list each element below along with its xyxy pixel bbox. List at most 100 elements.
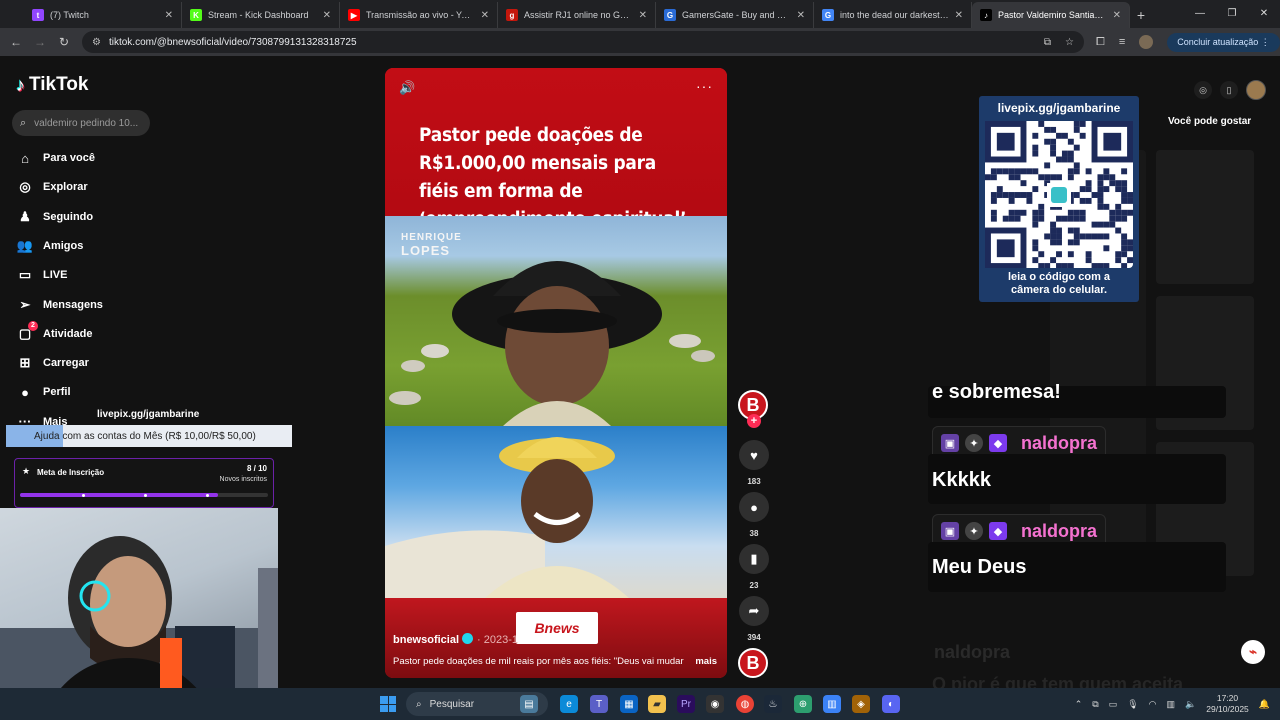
notepad-icon[interactable]: ▥ <box>823 695 841 713</box>
pastor-photo-2 <box>385 437 629 598</box>
browser-tab[interactable]: G GamersGate - Buy and download... ✕ <box>656 2 814 28</box>
premiere-icon[interactable]: Pr <box>677 695 695 713</box>
browser-tab[interactable]: K Stream - Kick Dashboard ✕ <box>182 2 340 28</box>
subscriber-goal-bar <box>20 493 268 497</box>
music-disc-avatar[interactable]: B <box>738 648 768 678</box>
network-icon[interactable]: ▥ <box>1167 699 1176 710</box>
tab-close-icon[interactable]: ✕ <box>165 10 173 21</box>
device-icon[interactable]: ▯ <box>1220 81 1238 99</box>
tray-chevron-icon[interactable]: ⌃ <box>1075 699 1083 710</box>
search-input[interactable]: ⌕ valdemiro pedindo 10... <box>12 110 150 136</box>
restore-icon[interactable]: ❐ <box>1216 0 1248 28</box>
video-player[interactable]: 🔊 ··· Pastor pede doações de R$1.000,00 … <box>385 68 727 678</box>
tab-close-icon[interactable]: ✕ <box>323 10 331 21</box>
clock[interactable]: 17:20 29/10/2025 <box>1206 693 1249 715</box>
coin-icon[interactable]: ◎ <box>1194 81 1212 99</box>
site-info-icon[interactable]: ⚙ <box>92 37 101 48</box>
more-options-icon[interactable]: ··· <box>696 78 713 94</box>
forward-icon[interactable]: → <box>28 35 52 49</box>
tab-close-icon[interactable]: ✕ <box>797 10 805 21</box>
tab-close-icon[interactable]: ✕ <box>955 10 963 21</box>
file-explorer-icon[interactable]: ▰ <box>648 695 666 713</box>
url-text: tiktok.com/@bnewsoficial/video/730879913… <box>108 36 357 48</box>
tab-title: Stream - Kick Dashboard <box>208 10 309 20</box>
chat-ghost-message: O pior é que tem quem aceita <box>932 674 1184 688</box>
tiktok-logo[interactable]: ♪ TikTok <box>16 74 88 96</box>
browser-tab[interactable]: ▶ Transmissão ao vivo - YouTube ✕ <box>340 2 498 28</box>
store-icon[interactable]: ▦ <box>620 695 638 713</box>
volume-tray-icon[interactable]: 🔈 <box>1185 699 1196 710</box>
donation-goal-text: Ajuda com as contas do Mês (R$ 10,00/R$ … <box>34 430 256 442</box>
like-button[interactable]: ♥ 183 <box>738 440 770 486</box>
chrome-icon[interactable]: ◍ <box>736 695 754 713</box>
discord-icon[interactable]: ◐ <box>882 695 900 713</box>
browser-tab[interactable]: t (7) Twitch ✕ <box>24 2 182 28</box>
reload-icon[interactable]: ↻ <box>52 35 76 49</box>
widgets-icon[interactable]: ▤ <box>520 695 538 713</box>
suggested-video-1[interactable] <box>1156 150 1254 284</box>
close-window-icon[interactable]: ✕ <box>1248 0 1280 28</box>
headset-icon[interactable]: ◠ <box>1149 699 1157 710</box>
chat-message-3: Meu Deus <box>932 556 1027 578</box>
video-frame-top: HENRIQUE LOPES <box>385 216 727 426</box>
update-button[interactable]: Concluir atualização ⋮ <box>1167 32 1280 52</box>
tab-close-icon[interactable]: ✕ <box>639 10 647 21</box>
nav-item-7[interactable]: ▢ 2 Atividade <box>16 320 93 343</box>
tray-app-icon[interactable]: ⧉ <box>1092 699 1098 710</box>
nav-item-4[interactable]: 👥 Amigos <box>16 237 83 255</box>
teams-icon[interactable]: T <box>590 695 608 713</box>
nav-item-9[interactable]: ● Perfil <box>16 383 71 401</box>
pdf-reader-icon[interactable]: ⌁ <box>1241 640 1265 664</box>
chat-username: naldopra <box>1021 520 1098 541</box>
subscriber-goal-fill <box>20 493 219 497</box>
media-controls-icon[interactable]: ≡ <box>1119 36 1125 48</box>
mic-icon[interactable]: 🎙 <box>1127 699 1138 710</box>
browser-tab[interactable]: ♪ Pastor Valdemiro Santiago pede... ✕ <box>972 2 1130 28</box>
friends-icon: 👥 <box>16 237 34 253</box>
tab-close-icon[interactable]: ✕ <box>1113 10 1121 21</box>
game-icon[interactable]: ◈ <box>852 695 870 713</box>
save-button[interactable]: ▮ 23 <box>738 544 770 590</box>
nav-item-label: Perfil <box>43 386 71 399</box>
nav-item-2[interactable]: ◎ Explorar <box>16 178 87 196</box>
nav-item-8[interactable]: ⊞ Carregar <box>16 354 89 372</box>
bookmark-star-icon[interactable]: ☆ <box>1065 37 1074 48</box>
windows-start-icon[interactable] <box>380 696 396 712</box>
livepix-qr-overlay: livepix.gg/jgambarine leia o código com … <box>979 96 1139 302</box>
new-tab-button[interactable]: + <box>1130 2 1152 28</box>
steam-icon[interactable]: ♨ <box>764 695 782 713</box>
install-app-icon[interactable]: ⧉ <box>1044 37 1051 48</box>
caption-more-link[interactable]: mais <box>695 656 717 667</box>
user-avatar[interactable] <box>1246 80 1266 100</box>
nav-item-6[interactable]: ➢ Mensagens <box>16 296 103 314</box>
follow-plus-icon[interactable]: + <box>747 414 761 428</box>
profile-avatar-icon[interactable] <box>1139 35 1154 49</box>
edge-icon[interactable]: e <box>560 695 578 713</box>
extensions-icon[interactable]: ⧠ <box>1096 36 1105 49</box>
video-author[interactable]: bnewsoficial · 2023-1 <box>393 633 518 646</box>
browser-tab[interactable]: g Assistir RJ1 online no G1 Rio de... ✕ <box>498 2 656 28</box>
browser-tab[interactable]: Ginto the dead our darkest days ✕ <box>814 2 972 28</box>
comment-button[interactable]: ● 38 <box>738 492 770 538</box>
volume-icon[interactable]: 🔊 <box>399 80 415 96</box>
chat-username: naldopra <box>1021 432 1098 453</box>
compass-icon: ◎ <box>19 179 31 195</box>
nav-item-label: Carregar <box>43 357 89 370</box>
battery-icon[interactable]: ▭ <box>1109 699 1118 710</box>
app-globe-icon[interactable]: ⊕ <box>794 695 812 713</box>
share-button[interactable]: ➦ 394 <box>738 596 770 642</box>
url-input[interactable]: ⚙ tiktok.com/@bnewsoficial/video/7308799… <box>82 31 1084 53</box>
notifications-icon[interactable]: 🔔 <box>1259 699 1270 710</box>
minimize-icon[interactable]: — <box>1184 0 1216 28</box>
nav-item-5[interactable]: ▭ LIVE <box>16 266 68 284</box>
tab-title: into the dead our darkest days <box>840 10 949 20</box>
nav-item-1[interactable]: ⌂ Para você <box>16 149 95 167</box>
search-icon: ⌕ <box>20 116 27 129</box>
obs-icon[interactable]: ◉ <box>706 695 724 713</box>
nav-item-3[interactable]: ♟ Seguindo <box>16 208 93 226</box>
search-placeholder: valdemiro pedindo 10... <box>34 117 139 129</box>
streamer-webcam <box>0 508 278 688</box>
tab-close-icon[interactable]: ✕ <box>481 10 489 21</box>
back-icon[interactable]: ← <box>4 35 28 49</box>
video-caption: Pastor pede doações de mil reais por mês… <box>393 656 684 667</box>
